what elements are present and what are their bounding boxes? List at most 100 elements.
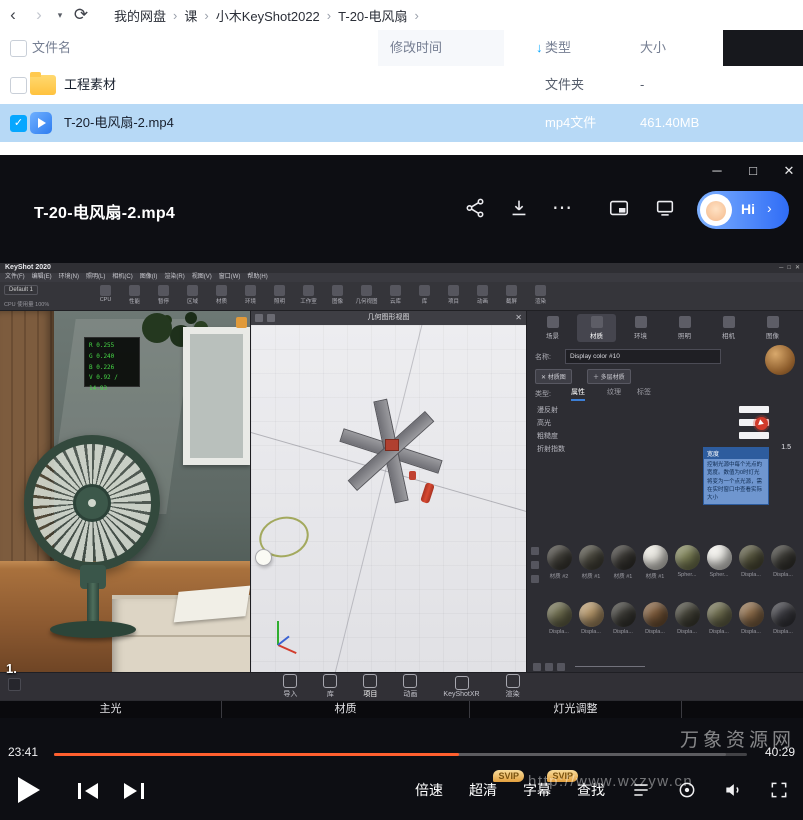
share-icon[interactable] [464, 197, 486, 219]
speed-button[interactable]: 倍速 [415, 780, 443, 800]
keyshot-titlebar: KeyShot 2020 ─□✕ [0, 263, 803, 273]
quality-button[interactable]: 超清SVIP [469, 780, 497, 800]
fan-hub [73, 484, 111, 522]
prop-diffuse: 漫反射 [537, 405, 558, 415]
keyshot-tool-button: 性能 [121, 284, 148, 305]
material-sphere [739, 602, 764, 627]
minimize-icon[interactable]: ─ [706, 163, 728, 178]
material-name-label: 名称: [535, 352, 551, 362]
check-icon: ✓ [14, 117, 23, 129]
prop-specular: 高光 [537, 418, 551, 428]
picture-in-picture-icon[interactable] [608, 197, 630, 219]
picture-frame [183, 327, 250, 465]
video-player-window: ─ □ ✕ T-20-电风扇-2.mp4 ⋯ Hi › KeyShot 2020 [0, 155, 803, 820]
history-dropdown-icon[interactable]: ▾ [52, 10, 68, 21]
record-icon[interactable] [677, 780, 697, 800]
material-sphere [675, 602, 700, 627]
keyshot-tool-button: 图像 [324, 284, 351, 305]
avatar [700, 194, 732, 226]
select-all-checkbox[interactable] [10, 40, 27, 57]
playlist-icon[interactable] [631, 780, 651, 800]
file-type: 文件夹 [545, 66, 584, 104]
material-sphere [547, 602, 572, 627]
keyshot-tool-button: 暂停 [150, 284, 177, 305]
cast-icon[interactable] [654, 197, 676, 219]
material-swatch: Displa... [735, 602, 767, 635]
file-name[interactable]: 工程素材 [64, 66, 116, 104]
find-button[interactable]: 查找 [577, 780, 605, 800]
more-icon[interactable]: ⋯ [552, 195, 573, 220]
keyshot-minimize-icon: ─ [779, 265, 783, 271]
fan-base [50, 621, 136, 638]
breadcrumb-item[interactable]: 小木KeyShot2022 [216, 6, 338, 25]
tooltip: 宽度 控制光源中每个光点的宽度。数值为0时灯光将变为一个点光源，需在实时窗口中查… [703, 447, 769, 505]
previous-button[interactable] [78, 783, 100, 799]
dock-library: 库 [321, 674, 339, 699]
tab-environment: 环境 [621, 314, 660, 342]
tab-camera: 相机 [709, 314, 748, 342]
keyshot-tool-icon [187, 285, 198, 296]
file-type: mp4文件 [545, 104, 596, 142]
next-button[interactable] [122, 783, 144, 799]
table-row-selected[interactable]: ✓ T-20-电风扇-2.mp4 mp4文件 461.40MB [0, 104, 803, 142]
material-sphere [675, 545, 700, 570]
breadcrumb-item[interactable]: 我的网盘 [114, 6, 184, 25]
keyshot-menu-item: 渲染(R) [164, 273, 184, 282]
keyshot-dock: 导入 库 项目 动画 KeyShotXR 渲染 [0, 672, 803, 700]
viewport-close-icon: ✕ [515, 311, 522, 325]
download-icon[interactable] [508, 197, 530, 219]
material-sphere [643, 602, 668, 627]
breadcrumb-item[interactable]: T-20-电风扇 [338, 6, 426, 25]
file-table-header: 文件名 修改时间 ↓ 类型 大小 [0, 30, 803, 67]
account-button[interactable]: Hi › [697, 191, 789, 229]
forward-icon[interactable]: › [26, 0, 52, 30]
column-size[interactable]: 大小 [640, 30, 666, 66]
bookmark-marker: 1. [6, 661, 17, 676]
prop-roughness: 粗糙度 [537, 431, 558, 441]
back-icon[interactable]: ‹ [0, 0, 26, 30]
play-button[interactable] [18, 777, 40, 803]
material-swatch: Displa... [735, 545, 767, 580]
column-modified[interactable]: 修改时间 [390, 30, 442, 66]
material-sphere [547, 545, 572, 570]
breadcrumb-item[interactable]: 课 [184, 6, 215, 25]
keyshot-main: R 0.255G 0.240B 0.226V 0.92 / 14.93 几何图形… [0, 311, 803, 672]
close-icon[interactable]: ✕ [778, 163, 800, 179]
material-sphere [643, 545, 668, 570]
keyshot-toolbar: Default 1 CPU 使用量 100% CPU 性能 暂停 [0, 282, 803, 311]
column-type[interactable]: 类型 [545, 30, 571, 66]
row-checkbox-checked[interactable]: ✓ [10, 115, 27, 132]
row-checkbox[interactable] [10, 77, 27, 94]
render-stats-overlay: R 0.255G 0.240B 0.226V 0.92 / 14.93 [84, 337, 140, 387]
selected-part [385, 439, 399, 451]
keyshot-tool-button: 项目 [440, 284, 467, 305]
maximize-icon[interactable]: □ [742, 163, 764, 178]
keyshot-tool-button: 区域 [179, 284, 206, 305]
file-size: - [640, 66, 644, 104]
video-frame[interactable]: KeyShot 2020 ─□✕ 文件(F)编辑(E)环境(N)照明(L)相机(… [0, 263, 803, 700]
keyshot-tool-button: 照明 [266, 284, 293, 305]
library-footer [533, 658, 797, 669]
fullscreen-icon[interactable] [769, 780, 789, 800]
progress-bar[interactable] [54, 753, 747, 756]
keyshot-tool-button: 云库 [382, 284, 409, 305]
keyshot-tool-icon [129, 285, 140, 296]
subtitle-button[interactable]: 字幕SVIP [523, 780, 551, 800]
keyshot-tool-icon [361, 285, 372, 296]
refresh-icon[interactable]: ⟳ [68, 0, 94, 30]
progress-fill [54, 753, 459, 756]
material-sphere [611, 545, 636, 570]
prop-refraction: 折射指数 [537, 444, 565, 454]
refraction-value: 1.5 [781, 444, 791, 451]
column-name[interactable]: 文件名 [32, 30, 71, 66]
tab-material: 材质 [577, 314, 616, 342]
chapter-main-light[interactable]: 主光 [0, 701, 222, 718]
viewport-menu-icon [255, 314, 263, 322]
chapter-light-adjust[interactable]: 灯光调整 [470, 701, 682, 718]
tooltip-title: 宽度 [704, 448, 768, 459]
file-name[interactable]: T-20-电风扇-2.mp4 [64, 104, 174, 142]
volume-icon[interactable] [723, 780, 743, 800]
sort-desc-icon[interactable]: ↓ [536, 30, 543, 66]
table-row[interactable]: 工程素材 文件夹 - [0, 66, 803, 104]
chapter-material[interactable]: 材质 [222, 701, 470, 718]
